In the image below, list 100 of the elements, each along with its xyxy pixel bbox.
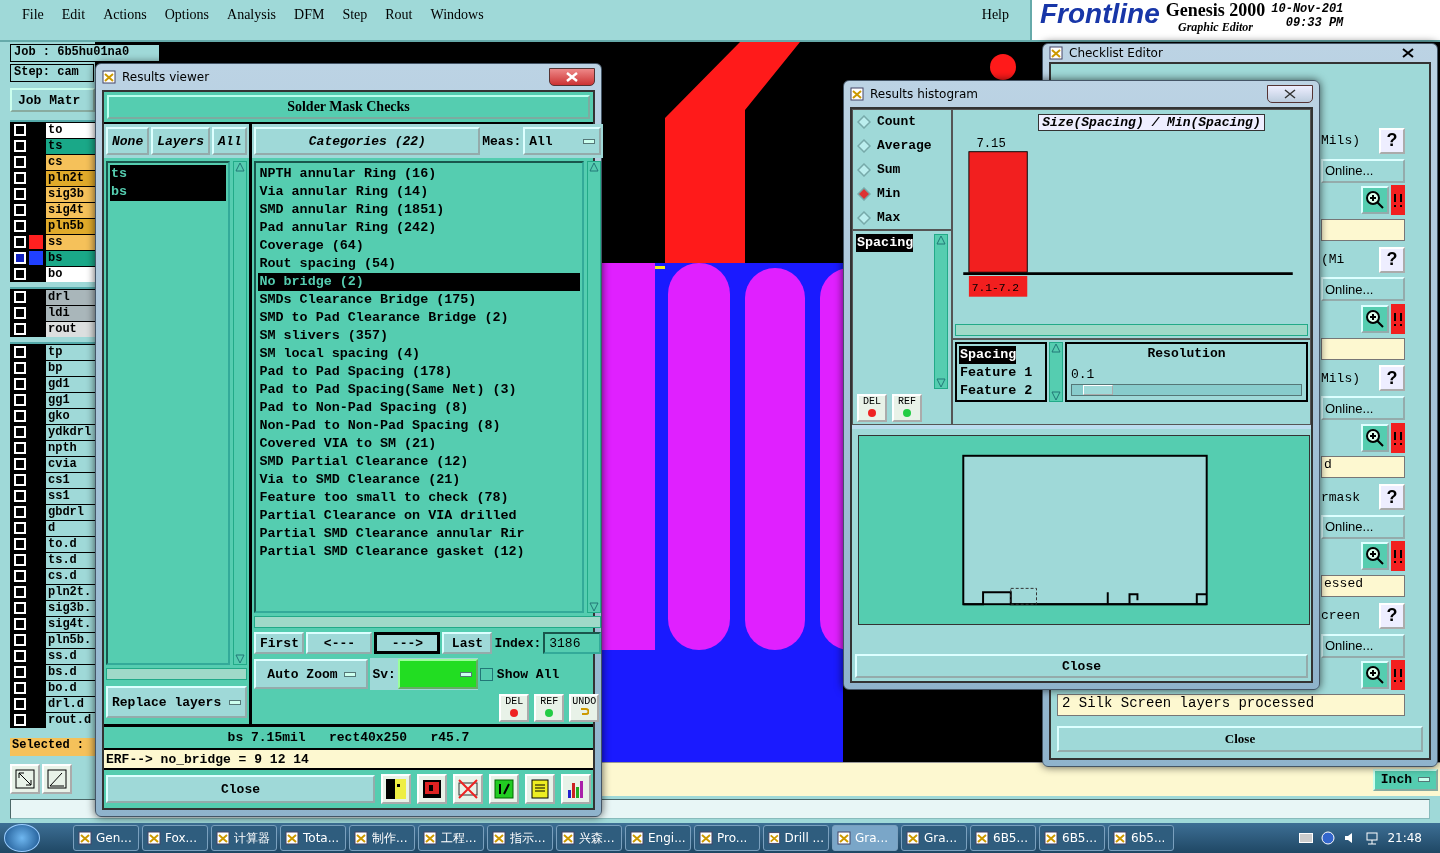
menu-item[interactable]: File xyxy=(22,7,53,23)
scrollbar[interactable] xyxy=(254,616,602,628)
layer-name[interactable]: rout xyxy=(46,321,95,337)
layer-checkbox[interactable] xyxy=(14,586,26,598)
layer-name[interactable]: to.d xyxy=(46,536,95,552)
category-list-item[interactable]: Rout spacing (54) xyxy=(258,255,581,273)
radio-button[interactable] xyxy=(857,162,871,177)
layer-list-item[interactable]: bs xyxy=(110,183,227,201)
help-button[interactable]: ? xyxy=(1379,127,1405,154)
radio-button[interactable] xyxy=(857,186,871,201)
slider-thumb[interactable] xyxy=(1083,385,1114,395)
category-list-item[interactable]: Via annular Ring (14) xyxy=(258,183,581,201)
layer-name[interactable]: ldi xyxy=(46,305,95,321)
layer-name[interactable]: bp xyxy=(46,360,95,376)
replace-layers-dropdown[interactable]: Replace layers xyxy=(106,686,248,718)
layer-list-item[interactable]: ts xyxy=(110,165,227,183)
layer-checkbox[interactable] xyxy=(14,362,26,374)
online-button[interactable]: Online... xyxy=(1321,633,1405,658)
layer-name[interactable]: npth xyxy=(46,440,95,456)
category-list-item[interactable]: Covered VIA to SM (21) xyxy=(258,435,581,453)
resolution-slider[interactable] xyxy=(1071,384,1302,396)
layer-checkbox[interactable] xyxy=(14,602,26,614)
menu-item[interactable]: Options xyxy=(155,7,219,23)
layer-checkbox[interactable] xyxy=(14,124,26,136)
layer-checkbox[interactable] xyxy=(14,682,26,694)
layer-name[interactable]: bs xyxy=(46,250,95,266)
taskbar-button[interactable]: 计算器 xyxy=(211,825,277,851)
taskbar-button[interactable]: Fox... xyxy=(142,825,208,851)
layer-name[interactable]: bo xyxy=(46,266,95,282)
radio-button[interactable] xyxy=(857,210,871,225)
taskbar-button[interactable]: Engi... xyxy=(625,825,691,851)
tool-button[interactable] xyxy=(489,774,519,804)
scrollbar[interactable] xyxy=(955,324,1308,336)
scrollbar[interactable] xyxy=(934,234,948,389)
units-dropdown[interactable]: Inch xyxy=(1372,768,1438,791)
layer-checkbox[interactable] xyxy=(14,410,26,422)
layer-name[interactable]: ss xyxy=(46,234,95,250)
layer-name[interactable]: pln5b. xyxy=(46,632,95,648)
category-list-item[interactable]: Via to SMD Clearance (21) xyxy=(258,471,581,489)
action-button[interactable]: REF xyxy=(534,694,565,722)
job-matrix-button[interactable]: Job Matr xyxy=(10,88,95,112)
help-button[interactable]: ? xyxy=(1379,602,1405,629)
select-all-button[interactable]: All xyxy=(212,127,248,155)
layer-checkbox[interactable] xyxy=(14,650,26,662)
category-list-item[interactable]: Pad to Pad Spacing(Same Net) (3) xyxy=(258,381,581,399)
layer-checkbox[interactable] xyxy=(14,698,26,710)
layer-name[interactable]: bo.d xyxy=(46,680,95,696)
layer-checkbox[interactable] xyxy=(14,236,26,248)
help-button[interactable]: ? xyxy=(1379,246,1405,273)
taskbar-button[interactable]: 6b5... xyxy=(1108,825,1174,851)
categories-header[interactable]: Categories (22) xyxy=(254,127,481,155)
menu-item[interactable]: Actions xyxy=(94,7,156,23)
select-none-button[interactable]: None xyxy=(106,127,150,155)
category-list-item[interactable]: SMD to Pad Clearance Bridge (2) xyxy=(258,309,581,327)
layer-name[interactable]: pln2t xyxy=(46,170,95,186)
category-list-item[interactable]: SM local spacing (4) xyxy=(258,345,581,363)
action-button[interactable]: UNDO xyxy=(569,694,600,722)
menu-item[interactable]: Analysis xyxy=(218,7,286,23)
layer-checkbox[interactable] xyxy=(14,220,26,232)
layer-name[interactable]: tp xyxy=(46,344,95,360)
online-button[interactable]: Online... xyxy=(1321,514,1405,539)
menu-item[interactable]: Edit xyxy=(52,7,95,23)
action-button[interactable]: REF xyxy=(892,394,922,422)
online-button[interactable]: Online... xyxy=(1321,396,1405,421)
close-button[interactable]: Close xyxy=(106,775,375,803)
layer-name[interactable]: ydkdrl xyxy=(46,424,95,440)
layer-name[interactable]: to xyxy=(46,122,95,138)
category-list-item[interactable]: Non-Pad to Non-Pad Spacing (8) xyxy=(258,417,581,435)
category-list-item[interactable]: NPTH annular Ring (16) xyxy=(258,165,581,183)
layer-checkbox[interactable] xyxy=(14,140,26,152)
zoom-button[interactable] xyxy=(1361,423,1389,452)
field-list-item[interactable]: Spacing xyxy=(959,346,1017,364)
category-list-item[interactable]: Feature too small to check (78) xyxy=(258,489,581,507)
close-button[interactable] xyxy=(549,68,595,86)
menu-item[interactable]: Step xyxy=(333,7,377,23)
taskbar-button[interactable]: 6B5... xyxy=(1039,825,1105,851)
layers-header[interactable]: Layers xyxy=(151,127,211,155)
layer-checkbox[interactable] xyxy=(14,714,26,726)
layer-name[interactable]: sig4t xyxy=(46,202,95,218)
category-list-item[interactable]: Partial Clearance on VIA drilled xyxy=(258,507,581,525)
layer-checkbox[interactable] xyxy=(14,490,26,502)
scrollbar[interactable] xyxy=(106,668,248,680)
layer-checkbox[interactable] xyxy=(14,172,26,184)
taskbar-button[interactable]: Gen... xyxy=(73,825,139,851)
meas-dropdown[interactable]: All xyxy=(523,127,602,155)
layer-name[interactable]: drl.d xyxy=(46,696,95,712)
layer-checkbox[interactable] xyxy=(14,307,26,319)
layer-name[interactable]: pln2t. xyxy=(46,584,95,600)
close-button[interactable]: Close xyxy=(855,654,1308,678)
help-button[interactable]: ? xyxy=(1379,484,1405,511)
layer-name[interactable]: gg1 xyxy=(46,392,95,408)
layer-name[interactable]: ss1 xyxy=(46,488,95,504)
layer-name[interactable]: ts xyxy=(46,138,95,154)
radio-button[interactable] xyxy=(857,114,871,129)
index-field[interactable]: 3186 xyxy=(543,632,602,654)
layer-name[interactable]: pln5b xyxy=(46,218,95,234)
layer-checkbox[interactable] xyxy=(14,666,26,678)
layer-checkbox[interactable] xyxy=(14,394,26,406)
layer-name[interactable]: sig3b. xyxy=(46,600,95,616)
layer-name[interactable]: bs.d xyxy=(46,664,95,680)
